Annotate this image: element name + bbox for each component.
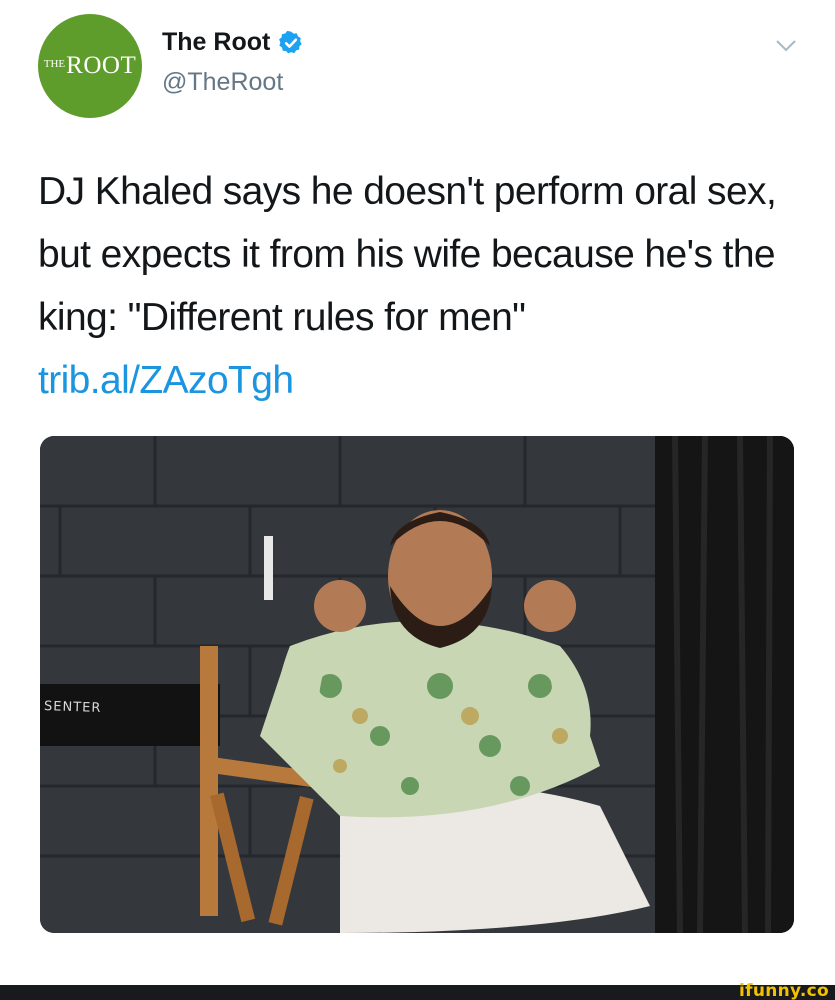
avatar-text-small: THE <box>43 58 66 70</box>
tweet-photo[interactable]: SENTER <box>40 436 794 933</box>
avatar[interactable]: THE ROOT <box>38 14 142 118</box>
chair-label: SENTER <box>43 699 102 716</box>
handle[interactable]: @TheRoot <box>162 68 283 97</box>
tweet-body: DJ Khaled says he doesn't perform oral s… <box>38 170 777 339</box>
verified-badge-icon <box>279 30 302 53</box>
watermark-bar: ifunny.co <box>0 981 835 1000</box>
photo-scene <box>40 436 794 933</box>
tweet-link[interactable]: trib.al/ZAzoTgh <box>38 349 798 412</box>
chevron-down-icon[interactable] <box>775 38 797 54</box>
tweet-text: DJ Khaled says he doesn't perform oral s… <box>38 160 798 412</box>
display-name-text: The Root <box>162 28 271 56</box>
watermark-logo: ifunny.co <box>739 981 829 1000</box>
tweet-screenshot: THE ROOT The Root @TheRoot DJ Khaled say… <box>0 0 835 1000</box>
avatar-text-large: ROOT <box>66 52 137 79</box>
display-name[interactable]: The Root <box>162 28 304 57</box>
